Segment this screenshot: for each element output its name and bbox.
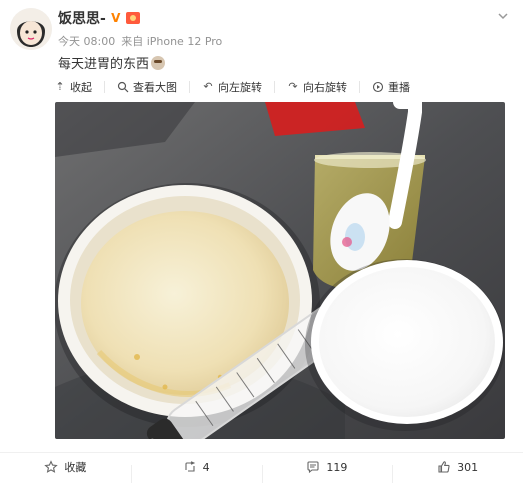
avatar[interactable] (10, 8, 52, 50)
comment-button[interactable]: 119 (261, 460, 393, 483)
view-large-label: 查看大图 (133, 81, 177, 94)
rotate-left-icon: ↶ (203, 80, 213, 93)
star-icon (44, 460, 59, 474)
author-row: 饭思思- V (58, 8, 140, 28)
emoji-icon (151, 55, 166, 70)
post-meta: 今天 08:00 来自 iPhone 12 Pro (58, 33, 222, 49)
v-badge-icon: V (111, 11, 121, 25)
toolbar-divider (359, 81, 360, 93)
rotate-right-button[interactable]: ↷ 向右旋转 (287, 79, 347, 95)
post-source: 来自 iPhone 12 Pro (121, 35, 223, 48)
photo-illustration (55, 102, 505, 439)
replay-button[interactable]: 重播 (372, 79, 410, 95)
collapse-label: 收起 (70, 81, 92, 94)
favorite-label: 收藏 (64, 461, 87, 474)
comment-count: 119 (326, 460, 348, 474)
forward-count: 4 (202, 460, 210, 474)
post-text: 每天进胃的东西 (58, 53, 166, 72)
replay-icon (372, 81, 384, 93)
toolbar-divider (104, 81, 105, 93)
avatar-image (10, 8, 52, 50)
post-text-content: 每天进胃的东西 (58, 57, 150, 72)
collapse-button[interactable]: ⇡ 收起 (54, 79, 92, 95)
weibo-post-card: 饭思思- V 今天 08:00 来自 iPhone 12 Pro 每天进胃的东西… (0, 0, 523, 486)
post-time[interactable]: 今天 08:00 (58, 33, 115, 49)
arrow-up-icon: ⇡ (55, 80, 65, 93)
view-large-button[interactable]: 查看大图 (117, 79, 177, 95)
favorite-button[interactable]: 收藏 (0, 459, 131, 475)
rotate-left-button[interactable]: ↶ 向左旋转 (202, 79, 262, 95)
post-image[interactable] (55, 102, 505, 439)
comment-icon (306, 460, 320, 474)
post-actions: 收藏 4 119 301 (0, 452, 523, 483)
author-name[interactable]: 饭思思- (58, 8, 106, 28)
thumbs-up-icon (437, 460, 451, 474)
like-count: 301 (457, 460, 479, 474)
search-icon (117, 81, 129, 93)
chevron-down-icon[interactable] (495, 8, 511, 24)
forward-button[interactable]: 4 (130, 460, 262, 483)
toolbar-divider (274, 81, 275, 93)
like-button[interactable]: 301 (392, 460, 523, 483)
rotate-right-icon: ↷ (288, 80, 298, 93)
rotate-left-label: 向左旋转 (218, 81, 262, 94)
toolbar-divider (189, 81, 190, 93)
replay-label: 重播 (388, 81, 410, 94)
rotate-right-label: 向右旋转 (303, 81, 347, 94)
image-toolbar: ⇡ 收起 查看大图 ↶ 向左旋转 ↷ 向右旋转 重播 (54, 79, 410, 95)
share-icon (183, 460, 197, 474)
medal-icon (125, 12, 140, 24)
